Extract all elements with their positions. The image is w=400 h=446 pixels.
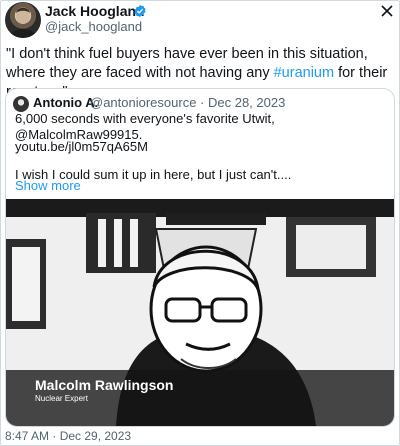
- quoted-youtube-link[interactable]: youtu.be/jl0m57qA65M: [15, 139, 148, 155]
- author-name[interactable]: Jack Hoogland: [45, 3, 145, 20]
- tweet-timestamp[interactable]: 8:47 AM · Dec 29, 2023: [5, 429, 131, 444]
- speaker-name: Malcolm Rawlingson: [35, 377, 174, 393]
- hashtag-link[interactable]: #uranium: [274, 65, 334, 81]
- quoted-handle-date[interactable]: @antonioresource · Dec 28, 2023: [90, 95, 285, 111]
- verified-badge-icon: [134, 4, 146, 18]
- quoted-author-avatar[interactable]: [13, 96, 29, 112]
- author-handle[interactable]: @jack_hoogland: [45, 19, 142, 35]
- speaker-title: Nuclear Expert: [35, 394, 88, 403]
- close-icon[interactable]: [380, 4, 394, 18]
- show-more-link[interactable]: Show more: [15, 178, 81, 193]
- video-thumbnail[interactable]: Malcolm Rawlingson Nuclear Expert: [6, 199, 394, 426]
- video-caption-bar: Malcolm Rawlingson Nuclear Expert: [6, 370, 394, 426]
- quoted-tweet[interactable]: Antonio A. @antonioresource · Dec 28, 20…: [5, 88, 395, 427]
- quoted-author-name[interactable]: Antonio A.: [33, 95, 98, 111]
- tweet-card: Jack Hoogland @jack_hoogland "I don't th…: [0, 0, 400, 446]
- author-avatar[interactable]: [5, 2, 41, 38]
